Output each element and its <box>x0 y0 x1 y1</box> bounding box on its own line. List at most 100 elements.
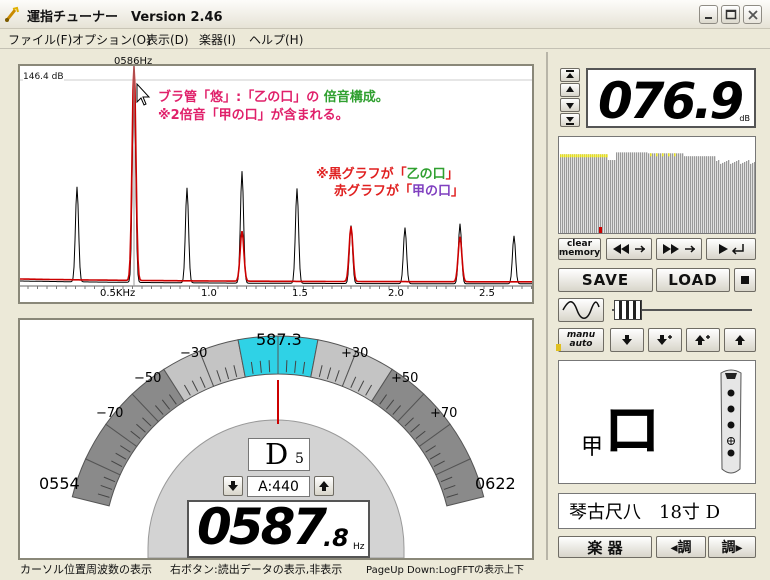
history-bar <box>682 153 684 233</box>
history-bar <box>704 156 706 233</box>
menu-file[interactable]: ファイル(F) <box>8 31 72 48</box>
key-up-button[interactable]: 調▸ <box>708 536 756 558</box>
auto-label: auto <box>569 339 593 349</box>
note-down-button[interactable] <box>223 476 243 496</box>
x-tick-label: 2.0 <box>388 288 404 299</box>
key-down-button[interactable]: ◂調 <box>656 536 706 558</box>
close-button[interactable] <box>743 5 762 24</box>
history-bar <box>634 152 636 233</box>
menu-options[interactable]: オプション(O) <box>72 31 151 48</box>
history-peak-marker <box>596 154 598 158</box>
history-bar <box>656 153 658 233</box>
fast-forward-button[interactable] <box>656 238 702 260</box>
spectrum-panel[interactable]: 146.4 dB ブラ管「悠」:「乙の口」の 倍音構成。 ※2倍音「甲の口」が含… <box>18 64 534 304</box>
history-bar <box>640 152 642 233</box>
history-bar <box>674 153 676 233</box>
history-peak-marker <box>598 154 600 158</box>
window-title: 運指チューナー Version 2.46 <box>27 10 223 25</box>
play-return-button[interactable] <box>706 238 756 260</box>
status-text-cursor: カーソル位置周波数の表示 <box>20 563 152 576</box>
history-peak-marker <box>568 154 570 158</box>
history-bar <box>670 153 672 233</box>
history-bar <box>562 154 564 233</box>
history-bar <box>690 156 692 233</box>
history-bar <box>732 162 734 233</box>
history-bar <box>626 152 628 233</box>
history-bar <box>754 161 755 233</box>
manual-auto-toggle[interactable]: manu auto <box>558 328 604 352</box>
arrow-up-plus-icon <box>695 335 710 345</box>
history-bar <box>716 161 718 233</box>
annotation-line1-accent: 倍音構成。 <box>323 90 389 105</box>
stop-button[interactable] <box>734 268 756 292</box>
annotation-line1-text: ブラ管「悠」:「乙の口」の <box>158 90 320 105</box>
legend-line2-accent: 甲の口 <box>412 184 452 199</box>
history-bar <box>740 163 742 233</box>
arrow-up-icon <box>566 86 574 92</box>
history-bar <box>726 161 728 233</box>
history-bar <box>598 154 600 233</box>
scroll-top-button[interactable] <box>560 68 580 82</box>
load-button[interactable]: LOAD <box>656 268 730 292</box>
menu-instrument[interactable]: 楽器(I) <box>199 31 236 48</box>
history-bar <box>594 154 596 233</box>
legend-line2-prefix: 赤グラフが「 <box>334 184 413 199</box>
history-bar <box>604 154 606 233</box>
clear-memory-button[interactable]: clear memory <box>558 238 601 260</box>
history-peak-marker <box>650 153 652 157</box>
scroll-down-button[interactable] <box>560 98 580 112</box>
level-history-graph[interactable] <box>558 136 756 234</box>
db-level-display: 076.9 dB <box>586 68 756 130</box>
history-bar <box>700 156 702 233</box>
history-bar <box>616 152 618 233</box>
history-peak-marker <box>562 154 564 158</box>
history-bar <box>642 152 644 233</box>
frequency-decimal: .8 <box>323 524 349 552</box>
history-bar <box>714 156 716 233</box>
x-tick-label: 0.5KHz <box>100 288 136 299</box>
status-text-pageupdown: PageUp Down:LogFFTの表示上下 <box>366 565 525 576</box>
status-text-right-button: 右ボタン:読出データの表示,非表示 <box>170 563 343 576</box>
history-peak-marker <box>668 153 670 157</box>
note-up-button[interactable] <box>314 476 334 496</box>
instrument-button[interactable]: 楽 器 <box>558 536 652 558</box>
input-gain-slider[interactable] <box>610 298 756 322</box>
title-bar[interactable]: 運指チューナー Version 2.46 <box>0 0 770 29</box>
history-bar <box>648 153 650 233</box>
legend-line2-suffix: 」 <box>451 184 465 199</box>
frequency-main: 0587 <box>197 498 327 556</box>
legend-line2: 赤グラフが「甲の口」 <box>334 180 464 199</box>
menu-help[interactable]: ヘルプ(H) <box>249 31 303 48</box>
save-button[interactable]: SAVE <box>558 268 653 292</box>
history-bar <box>580 154 582 233</box>
history-bar <box>724 161 726 233</box>
key-down-label: ◂調 <box>670 540 692 556</box>
history-bar <box>734 161 736 233</box>
cent-scale-tick <box>285 360 288 373</box>
down-fine-button[interactable] <box>648 328 682 352</box>
menu-view[interactable]: 表示(D) <box>146 31 189 48</box>
scroll-bottom-button[interactable] <box>560 113 580 127</box>
minimize-button[interactable] <box>699 5 718 24</box>
instrument-button-label: 楽 器 <box>587 538 623 557</box>
history-bar <box>720 163 722 233</box>
up-button[interactable] <box>724 328 756 352</box>
history-bar <box>694 156 696 233</box>
cent-label: −50 <box>134 371 162 386</box>
history-bar <box>678 153 680 233</box>
slider-thumb[interactable] <box>614 300 642 320</box>
rewind-button[interactable] <box>606 238 652 260</box>
history-bar <box>730 163 732 233</box>
cent-label: +30 <box>341 346 369 361</box>
history-bar <box>672 153 674 233</box>
maximize-button[interactable] <box>721 5 740 24</box>
waveform-button[interactable] <box>558 298 604 322</box>
history-bar <box>662 153 664 233</box>
arrow-down-bar-icon <box>566 117 574 125</box>
up-fine-button[interactable] <box>686 328 720 352</box>
history-bar <box>600 154 602 233</box>
arrow-down-plus-icon <box>657 335 672 345</box>
cent-label: +70 <box>430 406 458 421</box>
down-button[interactable] <box>610 328 644 352</box>
scroll-up-button[interactable] <box>560 83 580 97</box>
